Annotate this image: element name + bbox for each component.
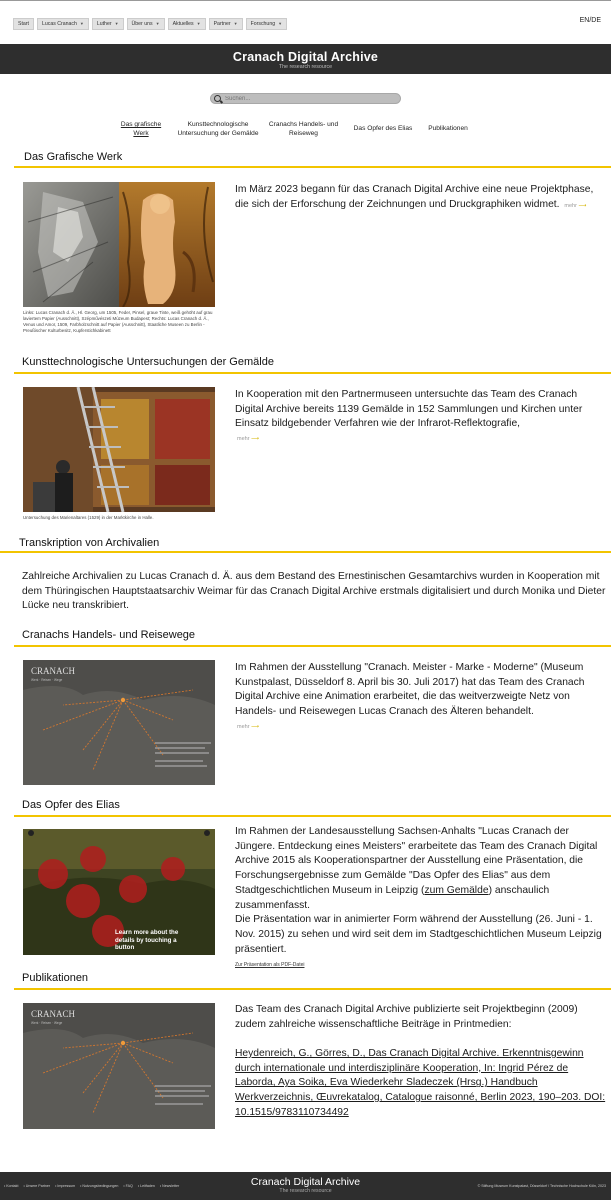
chevron-down-icon: ▼	[196, 21, 201, 26]
more-label: mehr	[237, 723, 250, 730]
map-logo: CRANACH	[31, 666, 76, 676]
search-input[interactable]	[225, 95, 385, 102]
trade-routes-map-image[interactable]: CRANACH Werk · Reisen · Wege	[23, 660, 215, 785]
nav-item-start[interactable]: Start	[13, 18, 34, 30]
section-title-grafisch: Das Grafische Werk	[24, 151, 123, 163]
nav-label: Luther	[96, 21, 112, 27]
nav-label: Forschung	[250, 21, 276, 27]
site-footer: • Kontakt • Unsere Partner • Impressum •…	[0, 1172, 611, 1200]
section-text: Im Rahmen der Ausstellung "Cranach. Meis…	[235, 661, 607, 735]
section-divider	[14, 988, 611, 990]
arrow-right-icon: ⟶	[251, 436, 259, 443]
section-text-body: In Kooperation mit den Partnermuseen unt…	[235, 389, 583, 430]
nav-label: Start	[18, 21, 29, 27]
nav-label: Aktuelles	[172, 21, 194, 27]
site-title[interactable]: Cranach Digital Archive	[0, 50, 611, 64]
nav-label: Partner	[213, 21, 231, 27]
map-subtitle: Werk · Reisen · Wege	[31, 1021, 62, 1025]
subnav-grafisches-werk[interactable]: Das grafische Werk	[117, 121, 165, 138]
section-title-archivalien: Transkription von Archivalien	[19, 537, 160, 549]
painting-link[interactable]: zum Gemälde	[424, 885, 488, 896]
section-text-body: Die Präsentation war in animierter Form …	[235, 914, 602, 955]
section-text-body: Im März 2023 begann für das Cranach Digi…	[235, 184, 594, 210]
elias-painting-image[interactable]: Learn more about the details by touching…	[23, 829, 215, 955]
citation-link[interactable]: Heydenreich, G., Görres, D., Das Cranach…	[235, 1047, 607, 1121]
altar-investigation-image[interactable]	[23, 387, 215, 512]
section-title-technologie: Kunsttechnologische Untersuchungen der G…	[22, 356, 274, 368]
footer-subtitle: The research resource	[279, 1188, 332, 1194]
section-text: Zahlreiche Archivalien zu Lucas Cranach …	[22, 571, 606, 612]
subnav-publikationen[interactable]: Publikationen	[422, 125, 474, 134]
nav-item-lucas-cranach[interactable]: Lucas Cranach ▼	[36, 18, 89, 30]
section-divider	[14, 166, 611, 168]
nav-item-forschung[interactable]: Forschung ▼	[245, 18, 288, 30]
section-text: Im Rahmen der Landesausstellung Sachsen-…	[235, 825, 607, 957]
subnav-opfer-elias[interactable]: Das Opfer des Elias	[350, 125, 416, 134]
image-overlay-text: Learn more about the details by touching…	[115, 929, 179, 951]
section-text-body: Im Rahmen der Ausstellung "Cranach. Meis…	[235, 662, 585, 718]
image-caption: Untersuchung des Marienaltares (1529) in…	[23, 515, 154, 520]
image-caption: Links: Lucas Cranach d. Ä., Hl. Georg, u…	[23, 310, 213, 333]
nav-label: Über uns	[131, 21, 153, 27]
chevron-down-icon: ▼	[114, 21, 119, 26]
search-bar	[210, 93, 401, 104]
more-label: mehr	[564, 202, 577, 209]
map-subtitle: Werk · Reisen · Wege	[31, 678, 62, 682]
pdf-link[interactable]: Zur Präsentation als PDF-Datei	[235, 962, 304, 968]
chevron-down-icon: ▼	[155, 21, 160, 26]
language-switch[interactable]: EN/DE	[580, 17, 601, 24]
drawing-print-image[interactable]	[23, 182, 215, 307]
publications-map-image[interactable]: CRANACH Werk · Reisen · Wege	[23, 1003, 215, 1129]
section-text: In Kooperation mit den Partnermuseen unt…	[235, 388, 607, 447]
section-divider	[14, 372, 611, 374]
nav-item-luther[interactable]: Luther ▼	[91, 18, 124, 30]
footer-copyright: © Stiftung Museum Kunstpalast, Düsseldor…	[477, 1184, 606, 1188]
section-title-elias: Das Opfer des Elias	[22, 799, 120, 811]
top-bar: Start Lucas Cranach ▼ Luther ▼ Über uns ▼ A…	[0, 0, 611, 44]
main-nav: Start Lucas Cranach ▼ Luther ▼ Über uns ▼ A…	[13, 18, 288, 30]
section-divider	[14, 645, 611, 647]
search-icon[interactable]	[214, 95, 221, 102]
more-link[interactable]: mehr ⟶	[237, 432, 607, 447]
section-text: Im März 2023 begann für das Cranach Digi…	[235, 183, 605, 213]
chevron-down-icon: ▼	[278, 21, 283, 26]
more-label: mehr	[237, 436, 250, 443]
section-title-reisewege: Cranachs Handels- und Reisewege	[22, 629, 196, 641]
arrow-right-icon: ⟶	[251, 723, 259, 730]
more-link[interactable]: mehr ⟶	[564, 203, 586, 209]
site-header: Cranach Digital Archive The research res…	[0, 44, 611, 74]
chevron-down-icon: ▼	[79, 21, 84, 26]
section-text: Das Team des Cranach Digital Archive pub…	[235, 1004, 578, 1030]
map-logo: CRANACH	[31, 1009, 76, 1019]
section-divider	[14, 815, 611, 817]
more-link[interactable]: mehr ⟶	[237, 720, 607, 735]
section-title-publikationen: Publikationen	[22, 972, 89, 984]
subnav-kunsttechnologie[interactable]: Kunsttechnologische Untersuchung der Gem…	[174, 121, 262, 138]
nav-item-ueber-uns[interactable]: Über uns ▼	[126, 18, 165, 30]
section-divider	[0, 551, 611, 553]
chevron-down-icon: ▼	[233, 21, 238, 26]
nav-item-aktuelles[interactable]: Aktuelles ▼	[167, 18, 206, 30]
nav-label: Lucas Cranach	[41, 21, 77, 27]
site-subtitle: The research resource	[278, 64, 333, 70]
nav-item-partner[interactable]: Partner ▼	[208, 18, 243, 30]
arrow-right-icon: ⟶	[578, 202, 587, 209]
subnav-reisewege[interactable]: Cranachs Handels- und Reiseweg	[265, 121, 342, 138]
